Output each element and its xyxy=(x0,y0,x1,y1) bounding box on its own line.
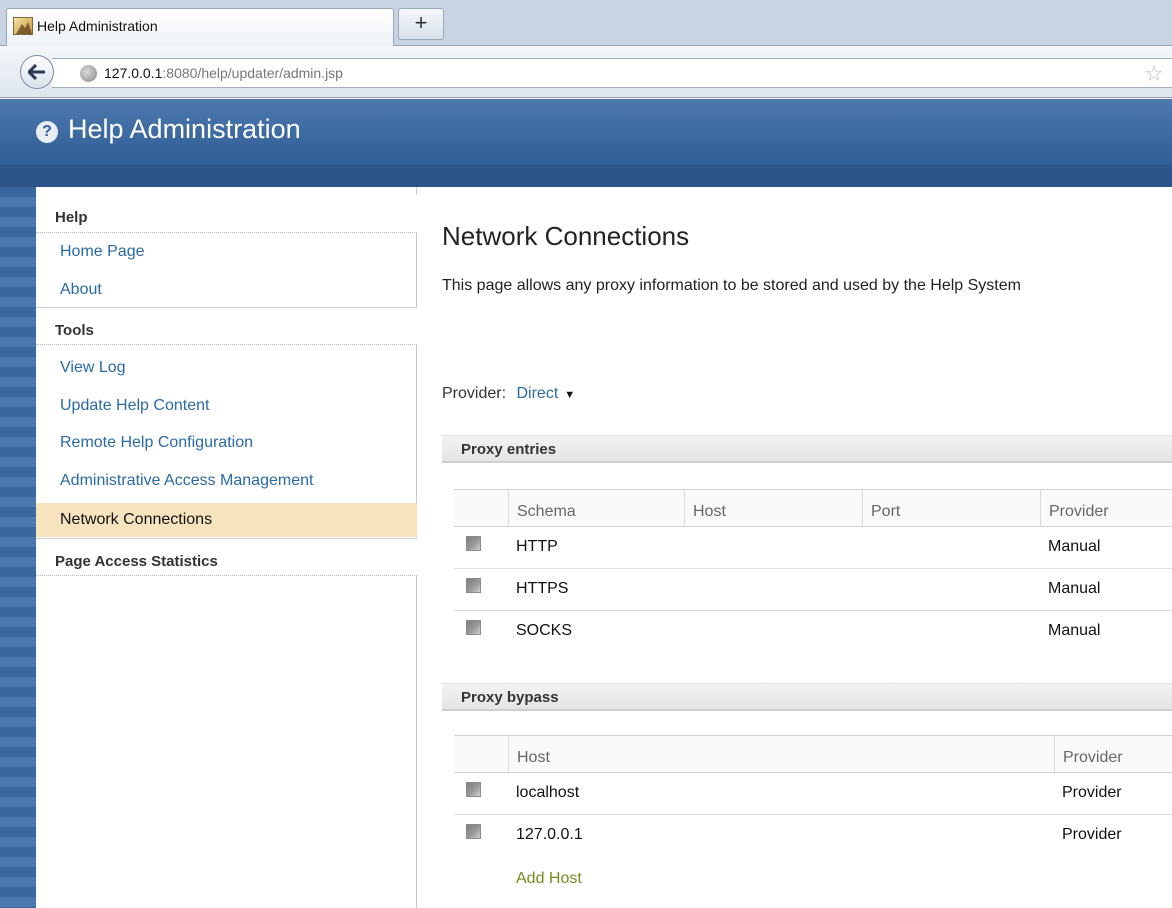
proxy-bypass-heading: Proxy bypass xyxy=(442,683,1172,711)
table-row[interactable]: localhost Provider xyxy=(454,773,1172,815)
browser-nav-bar: 127.0.0.1:8080/help/updater/admin.jsp ☆ xyxy=(0,46,1172,98)
provider-row: Provider: Direct ▼ xyxy=(442,385,575,403)
url-path: :8080/help/updater/admin.jsp xyxy=(162,65,343,81)
row-checkbox[interactable] xyxy=(466,578,481,593)
sidebar-item-remote-help-configuration[interactable]: Remote Help Configuration xyxy=(36,424,417,461)
cell-provider: Manual xyxy=(1048,622,1101,639)
page-title: Network Connections xyxy=(442,221,690,251)
cell-provider: Provider xyxy=(1062,826,1122,843)
cell-host: localhost xyxy=(516,784,580,801)
url-host: 127.0.0.1 xyxy=(104,65,163,81)
cell-schema: SOCKS xyxy=(516,622,573,639)
select-column-header xyxy=(454,490,508,526)
sidebar-item-update-help-content[interactable]: Update Help Content xyxy=(36,387,417,424)
left-edge-decoration xyxy=(0,187,36,908)
cell-provider: Provider xyxy=(1062,784,1122,801)
url-text: 127.0.0.1:8080/help/updater/admin.jsp xyxy=(104,65,343,81)
add-host-link[interactable]: Add Host xyxy=(516,870,582,888)
sidebar-item-about[interactable]: About xyxy=(36,271,417,308)
provider-dropdown[interactable]: Direct ▼ xyxy=(516,385,575,402)
back-arrow-icon xyxy=(28,64,45,80)
page-description: This page allows any proxy information t… xyxy=(442,277,1021,294)
proxy-entries-header: Schema Host Port Provider xyxy=(454,489,1172,527)
new-tab-button[interactable]: + xyxy=(398,8,444,40)
dropdown-caret-icon: ▼ xyxy=(564,389,576,401)
cell-provider: Manual xyxy=(1048,538,1101,555)
cell-schema: HTTP xyxy=(516,538,558,555)
table-row[interactable]: 127.0.0.1 Provider xyxy=(454,815,1172,857)
help-icon: ? xyxy=(36,121,58,143)
row-checkbox[interactable] xyxy=(466,620,481,635)
app-favicon-icon xyxy=(13,17,33,35)
column-header-provider[interactable]: Provider xyxy=(1040,490,1172,526)
table-row[interactable]: SOCKS Manual xyxy=(454,611,1172,653)
globe-icon xyxy=(80,65,97,82)
provider-label: Provider: xyxy=(442,385,507,402)
header-stripe xyxy=(0,165,1172,187)
select-column-header xyxy=(454,736,508,772)
sidebar: Help Home Page About Tools View Log Upda… xyxy=(36,187,417,908)
address-bar[interactable]: 127.0.0.1:8080/help/updater/admin.jsp ☆ xyxy=(52,58,1172,88)
browser-tab-bar: Help Administration + xyxy=(0,0,1172,46)
sidebar-heading-page-access-statistics[interactable]: Page Access Statistics xyxy=(36,538,417,576)
row-checkbox[interactable] xyxy=(466,782,481,797)
cell-schema: HTTPS xyxy=(516,580,569,597)
tab-title: Help Administration xyxy=(37,18,158,34)
proxy-entries-table: Schema Host Port Provider HTTP Manual HT… xyxy=(454,489,1172,653)
app-title: Help Administration xyxy=(68,114,301,144)
table-row[interactable]: HTTPS Manual xyxy=(454,569,1172,611)
column-header-provider[interactable]: Provider xyxy=(1054,736,1172,772)
main-content: Network Connections This page allows any… xyxy=(418,187,1172,908)
sidebar-item-view-log[interactable]: View Log xyxy=(36,349,417,386)
row-checkbox[interactable] xyxy=(466,824,481,839)
cell-host: 127.0.0.1 xyxy=(516,826,583,843)
provider-value: Direct xyxy=(516,385,559,402)
proxy-entries-heading: Proxy entries xyxy=(442,435,1172,463)
sidebar-heading-tools[interactable]: Tools xyxy=(36,307,417,345)
column-header-host[interactable]: Host xyxy=(684,490,862,526)
row-checkbox[interactable] xyxy=(466,536,481,551)
sidebar-item-home-page[interactable]: Home Page xyxy=(36,233,417,270)
bookmark-star-icon[interactable]: ☆ xyxy=(1144,61,1164,87)
sidebar-item-network-connections[interactable]: Network Connections xyxy=(36,503,417,537)
sidebar-item-administrative-access-management[interactable]: Administrative Access Management xyxy=(36,462,417,499)
column-header-host[interactable]: Host xyxy=(508,736,1054,772)
back-button[interactable] xyxy=(20,55,54,89)
proxy-bypass-table: Host Provider localhost Provider 127.0.0… xyxy=(454,735,1172,857)
cell-provider: Manual xyxy=(1048,580,1101,597)
sidebar-heading-help[interactable]: Help xyxy=(36,195,417,233)
table-row[interactable]: HTTP Manual xyxy=(454,527,1172,569)
column-header-schema[interactable]: Schema xyxy=(508,490,684,526)
column-header-port[interactable]: Port xyxy=(862,490,1040,526)
proxy-bypass-header: Host Provider xyxy=(454,735,1172,773)
browser-tab[interactable]: Help Administration xyxy=(6,8,394,46)
app-header: ? Help Administration xyxy=(0,99,1172,165)
